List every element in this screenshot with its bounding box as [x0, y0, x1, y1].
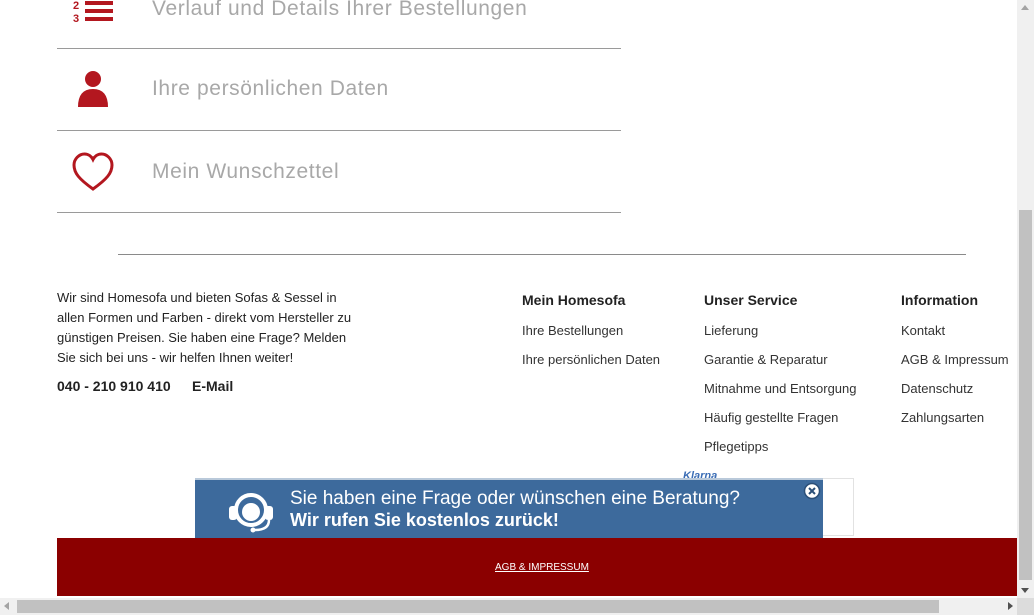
footer-link-warranty[interactable]: Garantie & Reparatur	[704, 351, 856, 380]
footer-column-title: Unser Service	[704, 292, 798, 308]
footer-link-privacy[interactable]: Datenschutz	[901, 380, 1009, 409]
svg-text:2: 2	[73, 0, 79, 12]
footer-link-faq[interactable]: Häufig gestellte Fragen	[704, 409, 856, 438]
footer-column-information: Information Kontakt AGB & Impressum Date…	[901, 292, 1009, 438]
footer-link-personal-data[interactable]: Ihre persönlichen Daten	[522, 351, 660, 380]
heart-icon	[71, 151, 115, 195]
order-list-icon: 2 3	[71, 0, 115, 41]
account-menu-label: Ihre persönlichen Daten	[152, 77, 389, 100]
scroll-right-arrow-icon[interactable]	[1008, 602, 1013, 610]
footer-email-link[interactable]: E-Mail	[192, 378, 233, 394]
account-menu-label: Verlauf und Details Ihrer Bestellungen	[152, 0, 528, 20]
callback-banner[interactable]: Sie haben eine Frage oder wünschen eine …	[195, 478, 823, 538]
footer-link-delivery[interactable]: Lieferung	[704, 322, 856, 351]
account-menu-label: Mein Wunschzettel	[152, 160, 340, 183]
klarna-badge	[823, 478, 854, 536]
footer-column-mein-homesofa: Mein Homesofa Ihre Bestellungen Ihre per…	[522, 292, 660, 380]
footer-about-text: Wir sind Homesofa und bieten Sofas & Ses…	[57, 290, 352, 365]
scroll-left-arrow-icon[interactable]	[4, 602, 9, 610]
footer-link-care-tips[interactable]: Pflegetipps	[704, 438, 856, 467]
footer-link-orders[interactable]: Ihre Bestellungen	[522, 322, 660, 351]
svg-text:3: 3	[73, 13, 79, 25]
footer-bottom-bar: AGB & IMPRESSUM	[57, 538, 1017, 596]
scroll-up-arrow-icon[interactable]	[1021, 5, 1029, 10]
scroll-down-arrow-icon[interactable]	[1021, 588, 1029, 593]
account-menu-item-orders[interactable]: 2 3 Verlauf und Details Ihrer Bestellung…	[57, 0, 621, 49]
close-icon[interactable]	[803, 482, 821, 500]
callback-banner-offer: Wir rufen Sie kostenlos zurück!	[290, 510, 559, 530]
footer-column-title: Mein Homesofa	[522, 292, 626, 308]
horizontal-scrollbar[interactable]	[0, 598, 1017, 615]
vertical-scrollbar-thumb[interactable]	[1019, 210, 1032, 580]
footer-link-contact[interactable]: Kontakt	[901, 322, 1009, 351]
headset-icon	[225, 488, 277, 536]
user-icon	[71, 69, 115, 113]
footer-link-payment[interactable]: Zahlungsarten	[901, 409, 1009, 438]
footer-column-unser-service: Unser Service Lieferung Garantie & Repar…	[704, 292, 856, 467]
footer-link-agb[interactable]: AGB & Impressum	[901, 351, 1009, 380]
footer-column-title: Information	[901, 292, 978, 308]
callback-banner-question: Sie haben eine Frage oder wünschen eine …	[290, 488, 740, 509]
footer-bottom-agb-link[interactable]: AGB & IMPRESSUM	[495, 562, 589, 573]
account-menu-item-personal-data[interactable]: Ihre persönlichen Daten	[57, 49, 621, 131]
footer-divider	[118, 254, 966, 255]
account-menu-item-wishlist[interactable]: Mein Wunschzettel	[57, 131, 621, 213]
horizontal-scrollbar-thumb[interactable]	[17, 600, 939, 613]
footer-phone-link[interactable]: 040 - 210 910 410	[57, 378, 171, 394]
vertical-scrollbar[interactable]	[1017, 0, 1034, 598]
footer-link-disposal[interactable]: Mitnahme und Entsorgung	[704, 380, 856, 409]
scrollbar-corner	[1017, 598, 1034, 615]
